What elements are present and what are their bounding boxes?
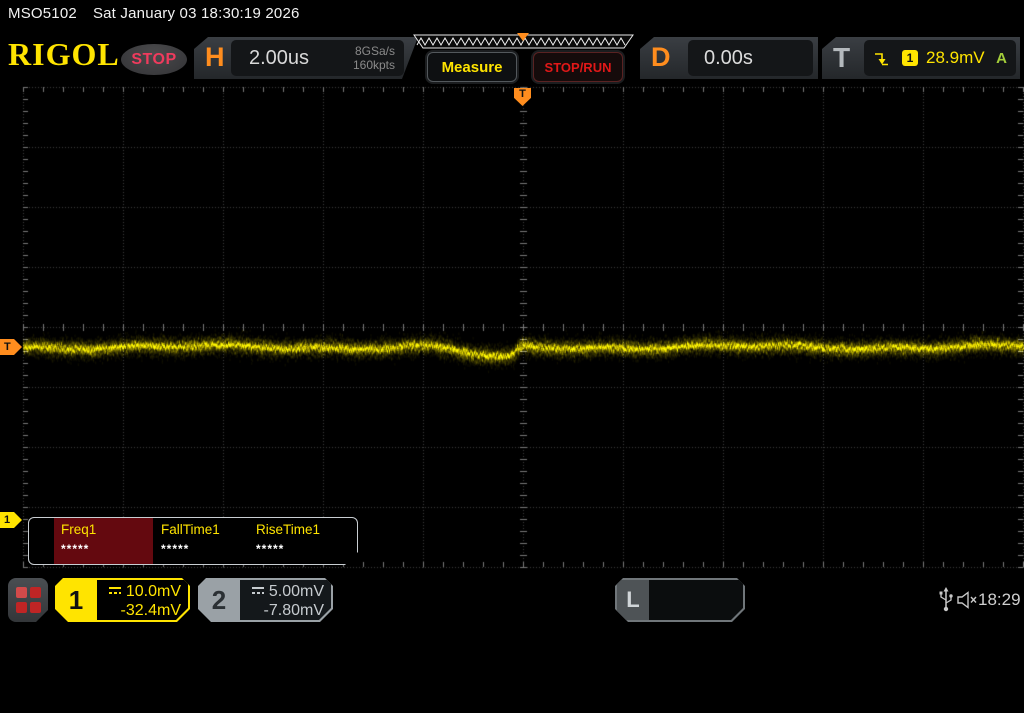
logic-channels-button[interactable]: L 0 1 2 3 4 5 6 7 8 9 1011 12131415 xyxy=(615,578,745,622)
menu-red-square-icon xyxy=(30,587,41,598)
menu-red-square-icon xyxy=(16,587,27,598)
speaker-muted-icon[interactable] xyxy=(957,591,979,609)
dc-coupling-icon xyxy=(108,586,122,595)
measurement-panel: Freq1 ***** FallTime1 ***** RiseTime1 **… xyxy=(28,517,358,565)
trigger-source-badge: 1 xyxy=(902,50,918,66)
trigger-label: T xyxy=(833,42,851,73)
run-state-badge: STOP xyxy=(121,44,187,75)
rigol-logo: RIGOL xyxy=(8,36,120,72)
timebase-value: 2.00us xyxy=(249,47,310,69)
horizontal-settings-box[interactable]: H 2.00us 8GSa/s 160kpts xyxy=(194,37,418,79)
channel-2-values: 5.00mV -7.80mV xyxy=(240,580,331,620)
measurement-item-freq1[interactable]: Freq1 xyxy=(61,522,96,537)
grid-menu-button[interactable] xyxy=(8,578,48,622)
measurement-value-falltime1: ***** xyxy=(161,542,190,556)
stop-run-button[interactable]: STOP/RUN xyxy=(533,52,623,82)
delay-settings-box[interactable]: D 0.00s xyxy=(640,37,818,79)
logic-row-8-15: 8 9 1011 12131415 xyxy=(662,667,756,679)
channel-2-offset: -7.80mV xyxy=(263,602,324,619)
usb-icon xyxy=(939,587,953,612)
datetime: Sat January 03 18:30:19 2026 xyxy=(92,5,300,22)
measurement-value-freq1: ***** xyxy=(61,542,90,556)
channel-1-tab: 1 xyxy=(68,584,84,615)
horizontal-label: H xyxy=(205,42,225,72)
horizontal-inner: 2.00us 8GSa/s 160kpts xyxy=(231,40,404,76)
trigger-slope-falling-icon xyxy=(875,52,888,65)
model-name: MSO5102 xyxy=(8,5,77,22)
measurement-item-falltime1[interactable]: FallTime1 xyxy=(161,522,220,537)
memory-position-icon xyxy=(517,33,529,41)
logic-tab: L xyxy=(617,580,649,620)
trigger-settings-box[interactable]: T 1 28.9mV A xyxy=(822,37,1020,79)
delay-value: 0.00s xyxy=(704,47,753,69)
channel-1-values: 10.0mV -32.4mV xyxy=(97,580,188,620)
trigger-mode: A xyxy=(996,49,1007,67)
delay-label: D xyxy=(651,42,671,72)
trigger-level-value: 28.9mV xyxy=(926,48,985,67)
sample-rate: 8GSa/s xyxy=(354,44,395,58)
channel-2-tab: 2 xyxy=(211,584,227,615)
waveform-display[interactable] xyxy=(0,85,1024,570)
channel-1-offset: -32.4mV xyxy=(120,602,181,619)
measure-button[interactable]: Measure xyxy=(427,52,517,82)
measurement-value-risetime1: ***** xyxy=(256,542,285,556)
menu-red-square-icon xyxy=(30,602,41,613)
menu-red-square-icon xyxy=(16,602,27,613)
trigger-inner: 1 28.9mV A xyxy=(864,40,1016,76)
channel-1-button[interactable]: 1 10.0mV -32.4mV xyxy=(55,578,190,622)
logic-channel-list: 0 1 2 3 4 5 6 7 8 9 1011 12131415 xyxy=(649,580,743,620)
measurement-item-risetime1[interactable]: RiseTime1 xyxy=(256,522,320,537)
logic-row-0-7: 0 1 2 3 4 5 6 7 xyxy=(662,619,739,631)
title-bar: MSO5102 Sat January 03 18:30:19 2026 xyxy=(8,5,300,22)
channel-2-scale: 5.00mV xyxy=(268,583,324,600)
channel-1-scale: 10.0mV xyxy=(125,583,181,600)
channel-2-button[interactable]: 2 5.00mV -7.80mV xyxy=(198,578,333,622)
memory-depth: 160kpts xyxy=(352,58,395,72)
dc-coupling-icon xyxy=(251,586,265,595)
clock-time: 18:29 xyxy=(978,590,1021,609)
delay-inner: 0.00s xyxy=(688,40,813,76)
acquisition-info: 8GSa/s 160kpts xyxy=(353,44,395,72)
